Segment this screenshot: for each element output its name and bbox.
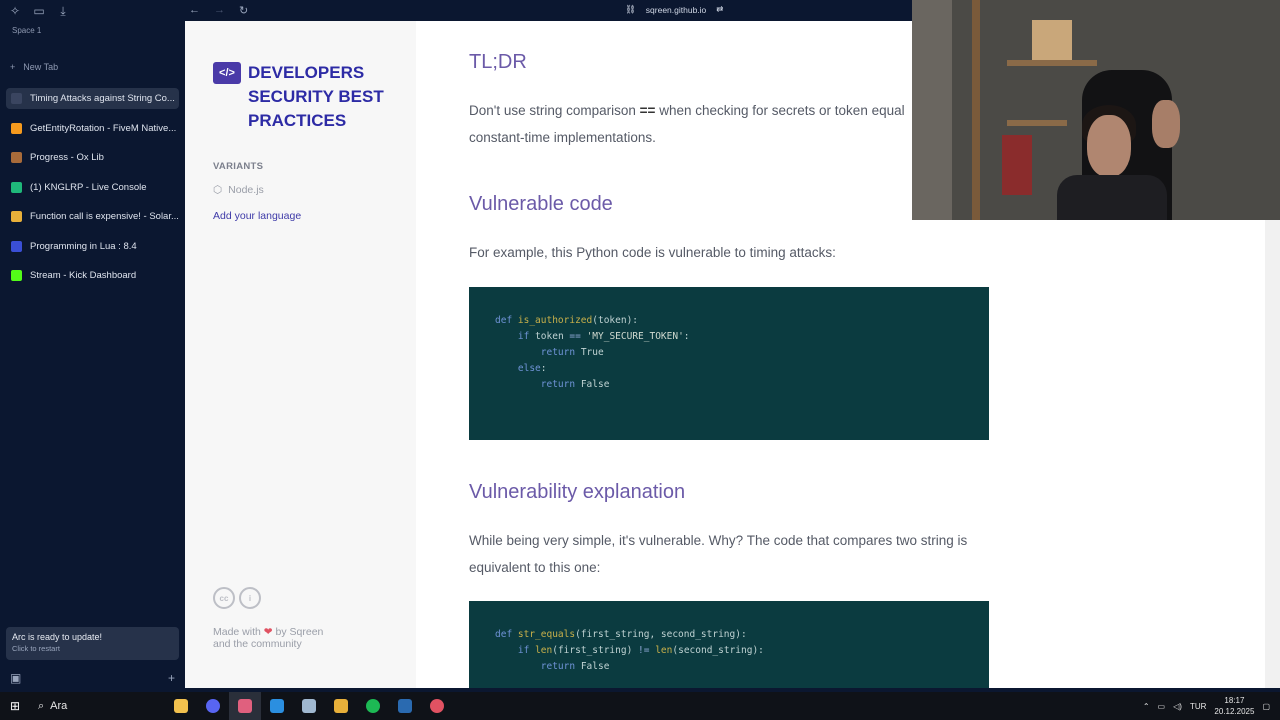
link-icon: ⛓ bbox=[625, 4, 636, 14]
code-line: return False bbox=[540, 379, 610, 390]
code-block-vulnerable: def is_authorized(token): if token == 'M… bbox=[469, 287, 989, 440]
add-space-icon[interactable]: + bbox=[168, 671, 175, 685]
books bbox=[1032, 20, 1072, 60]
chevron-up-icon[interactable]: ⌃ bbox=[1143, 702, 1150, 711]
code-block-str-equals: def str_equals(first_string, second_stri… bbox=[469, 601, 989, 688]
code-line: if token == 'MY_SECURE_TOKEN': bbox=[517, 331, 690, 342]
code-line: else: bbox=[517, 363, 547, 374]
sidebar-toggle-icon[interactable]: ▭ bbox=[32, 4, 46, 18]
person-hand bbox=[1152, 100, 1180, 148]
heading-tldr: TL;DR bbox=[469, 51, 527, 73]
clock[interactable]: 18:17 20.12.2025 bbox=[1214, 695, 1254, 717]
sidebar-toolbar: ✧ ▭ ⤓ bbox=[8, 4, 70, 19]
taskbar: ⊞ ⌕ Ara ⌃ ▭ ◁) TUR 18:17 20.12.2025 ▢ bbox=[0, 692, 1280, 720]
site-logo[interactable]: </> bbox=[213, 62, 241, 84]
code-line: def is_authorized(token): bbox=[495, 315, 639, 326]
sidebar-footer: ▣ + bbox=[10, 671, 175, 685]
shelf-board bbox=[1007, 60, 1097, 66]
person-face bbox=[1087, 115, 1131, 177]
network-icon[interactable]: ▭ bbox=[1158, 702, 1166, 711]
paragraph-tldr: Don't use string comparison == when chec… bbox=[469, 103, 905, 145]
arc-browser-icon[interactable] bbox=[229, 692, 261, 720]
tab-item[interactable]: Timing Attacks against String Co... bbox=[6, 88, 179, 109]
shelf-board bbox=[1007, 120, 1067, 126]
page-scrollbar[interactable] bbox=[1265, 220, 1280, 688]
update-notice[interactable]: Arc is ready to update! Click to restart bbox=[6, 627, 179, 660]
system-tray: ⌃ ▭ ◁) TUR 18:17 20.12.2025 ▢ bbox=[1143, 692, 1280, 720]
nav-buttons: ← → ↻ bbox=[189, 4, 248, 17]
code-line: if len(first_string) != len(second_strin… bbox=[517, 645, 764, 656]
nodejs-icon: ⬡ bbox=[213, 184, 223, 196]
browser-sidebar: ✧ ▭ ⤓ Space 1 + New Tab Timing Attacks a… bbox=[0, 0, 185, 690]
url-bar[interactable]: ⛓ sqreen.github.io ⇄ bbox=[625, 4, 723, 15]
tab-item[interactable]: Progress - Ox Lib bbox=[6, 147, 179, 168]
download-icon[interactable]: ⤓ bbox=[56, 4, 70, 18]
wall bbox=[912, 0, 952, 220]
variant-nodejs[interactable]: ⬡ Node.js bbox=[213, 184, 264, 196]
heading-vulnerability-explanation: Vulnerability explanation bbox=[469, 481, 686, 503]
favicon-icon bbox=[11, 211, 22, 222]
url-text: sqreen.github.io bbox=[645, 4, 707, 15]
vscode-icon[interactable] bbox=[261, 692, 293, 720]
license-icons: cc i bbox=[213, 587, 261, 609]
cc-icon[interactable]: cc bbox=[213, 587, 235, 609]
tab-list: Timing Attacks against String Co... GetE… bbox=[6, 88, 179, 295]
code-line: return False bbox=[540, 661, 610, 672]
archive-icon[interactable]: ▣ bbox=[10, 671, 21, 685]
new-tab-button[interactable]: + New Tab bbox=[10, 62, 58, 72]
space-label: Space 1 bbox=[12, 26, 42, 35]
obs-icon[interactable] bbox=[421, 692, 453, 720]
discord-icon[interactable] bbox=[197, 692, 229, 720]
new-tab-label: New Tab bbox=[23, 62, 59, 72]
attribution-icon[interactable]: i bbox=[239, 587, 261, 609]
forward-icon[interactable]: → bbox=[214, 4, 225, 17]
favicon-icon bbox=[11, 240, 22, 252]
favicon-icon bbox=[11, 152, 22, 163]
windows-start-icon[interactable]: ⊞ bbox=[0, 699, 30, 713]
person-body bbox=[1057, 175, 1167, 220]
tab-item[interactable]: GetEntityRotation - FiveM Native... bbox=[6, 118, 179, 139]
variants-label: VARIANTS bbox=[213, 161, 264, 172]
arc-menu-icon[interactable]: ✧ bbox=[8, 4, 22, 18]
plus-icon: + bbox=[10, 62, 16, 72]
tab-item[interactable]: Programming in Lua : 8.4 bbox=[6, 236, 179, 257]
tab-item[interactable]: Stream - Kick Dashboard bbox=[6, 265, 179, 286]
reload-icon[interactable]: ↻ bbox=[239, 4, 248, 17]
webcam-overlay bbox=[912, 0, 1280, 220]
paragraph-explanation: While being very simple, it's vulnerable… bbox=[469, 533, 968, 575]
taskbar-search[interactable]: ⌕ Ara bbox=[30, 700, 165, 713]
books bbox=[1002, 135, 1032, 195]
file-explorer-icon[interactable] bbox=[165, 692, 197, 720]
language-indicator[interactable]: TUR bbox=[1190, 702, 1206, 711]
spotify-icon[interactable] bbox=[357, 692, 389, 720]
heart-icon: ❤ bbox=[263, 626, 273, 638]
paragraph-vulnerable: For example, this Python code is vulnera… bbox=[469, 245, 836, 260]
volume-icon[interactable]: ◁) bbox=[1173, 702, 1182, 711]
shelf-post bbox=[972, 0, 980, 220]
site-title[interactable]: DEVELOPERS SECURITY BEST PRACTICES bbox=[248, 61, 408, 133]
search-icon: ⌕ bbox=[38, 699, 45, 712]
favicon-icon bbox=[11, 181, 22, 193]
notification-icon[interactable]: ▢ bbox=[1262, 702, 1270, 711]
favicon-icon bbox=[11, 122, 22, 134]
code-line: return True bbox=[540, 347, 604, 358]
doc-sidebar: </> DEVELOPERS SECURITY BEST PRACTICES V… bbox=[185, 21, 416, 688]
git-icon[interactable] bbox=[293, 692, 325, 720]
code-line: def str_equals(first_string, second_stri… bbox=[495, 629, 747, 640]
update-subtitle: Click to restart bbox=[12, 644, 60, 653]
update-title: Arc is ready to update! bbox=[12, 632, 103, 642]
app-icon[interactable] bbox=[325, 692, 357, 720]
site-controls-icon[interactable]: ⇄ bbox=[716, 4, 723, 15]
heading-vulnerable-code: Vulnerable code bbox=[469, 193, 613, 215]
tab-item[interactable]: (1) KNGLRP - Live Console bbox=[6, 177, 179, 198]
favicon-icon bbox=[11, 270, 22, 281]
tab-item[interactable]: Function call is expensive! - Solar... bbox=[6, 206, 179, 227]
back-icon[interactable]: ← bbox=[189, 4, 200, 17]
steam-icon[interactable] bbox=[389, 692, 421, 720]
favicon-icon bbox=[11, 93, 22, 104]
made-with-credit: Made with ❤ by Sqreen and the community bbox=[213, 626, 324, 650]
add-language-link[interactable]: Add your language bbox=[213, 210, 301, 222]
